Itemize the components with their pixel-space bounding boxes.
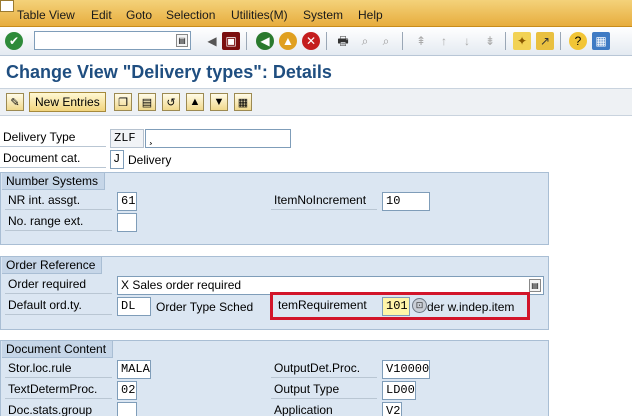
display-change-icon[interactable]: ✎ <box>6 93 24 111</box>
highlight-annotation-box <box>270 292 530 320</box>
next-page-icon[interactable]: ↓ <box>458 32 476 50</box>
enter-icon[interactable]: ✔ <box>5 32 23 50</box>
copy-as-icon[interactable]: ❐ <box>114 93 132 111</box>
standard-toolbar: ✔ ▤ ◀ ▣ ◀ ▲ ✕ 🖶 ⌕ ⌕ ⇞ ↑ ↓ ⇟ ✦ ↗ ? ▦ <box>0 27 632 56</box>
document-cat-label: Document cat. <box>0 150 106 168</box>
no-range-ext-checkbox[interactable] <box>117 213 137 232</box>
command-field[interactable]: ▤ <box>34 31 191 50</box>
shortcut-icon[interactable]: ↗ <box>536 32 554 50</box>
delivery-type-label: Delivery Type <box>0 129 106 147</box>
command-field-dropdown-icon[interactable]: ▤ <box>176 34 188 47</box>
document-cat-field[interactable]: J <box>110 150 124 169</box>
toolbar-separator <box>326 32 327 50</box>
select-all-icon[interactable]: ▦ <box>234 93 252 111</box>
nr-int-assgt-label: NR int. assgt. <box>5 192 112 210</box>
toolbar-separator <box>560 32 561 50</box>
default-ord-ty-field[interactable]: DL <box>117 297 151 316</box>
find-icon[interactable]: ⌕ <box>356 32 374 50</box>
order-required-value: X Sales order required <box>121 278 242 292</box>
text-determ-proc-label: TextDetermProc. <box>5 381 112 399</box>
document-cat-text: Delivery <box>128 153 172 167</box>
sap-window-icon[interactable] <box>0 0 14 12</box>
order-type-sched-label: Order Type Sched <box>156 300 254 314</box>
output-type-label: Output Type <box>271 381 377 399</box>
dropdown-icon[interactable]: ▤ <box>529 279 541 292</box>
doc-stats-group-field[interactable] <box>117 402 137 416</box>
customize-layout-icon[interactable]: ▦ <box>592 32 610 50</box>
application-toolbar: ✎ New Entries ❐ ▤ ↺ ▲ ▼ ▦ <box>0 89 632 116</box>
number-systems-title: Number Systems <box>2 173 106 190</box>
output-det-proc-field[interactable]: V10000 <box>382 360 430 379</box>
stor-loc-rule-field[interactable]: MALA <box>117 360 151 379</box>
output-det-proc-label: OutputDet.Proc. <box>271 360 377 378</box>
previous-page-icon[interactable]: ↑ <box>435 32 453 50</box>
menu-system[interactable]: System <box>303 8 343 22</box>
toolbar-separator <box>505 32 506 50</box>
menu-edit[interactable]: Edit <box>91 8 112 22</box>
order-required-label: Order required <box>5 276 112 294</box>
first-page-icon[interactable]: ⇞ <box>412 32 430 50</box>
menu-selection[interactable]: Selection <box>166 8 215 22</box>
back-icon[interactable]: ◀ <box>256 32 274 50</box>
toolbar-separator <box>246 32 247 50</box>
application-field[interactable]: V2 <box>382 402 402 416</box>
menu-goto[interactable]: Goto <box>126 8 152 22</box>
menu-utilities[interactable]: Utilities(M) <box>231 8 288 22</box>
delivery-type-description-field[interactable]: ¸ <box>145 129 291 148</box>
doc-stats-group-label: Doc.stats.group <box>5 402 112 416</box>
output-type-field[interactable]: LD00 <box>382 381 416 400</box>
toolbar-separator <box>402 32 403 50</box>
undo-change-icon[interactable]: ↺ <box>162 93 180 111</box>
delivery-type-field: ZLF <box>110 129 144 148</box>
menu-help[interactable]: Help <box>358 8 383 22</box>
exit-icon[interactable]: ▲ <box>279 32 297 50</box>
last-page-icon[interactable]: ⇟ <box>481 32 499 50</box>
menu-bar: Table View Edit Goto Selection Utilities… <box>0 0 632 27</box>
create-session-icon[interactable]: ✦ <box>513 32 531 50</box>
help-icon[interactable]: ? <box>569 32 587 50</box>
cancel-icon[interactable]: ✕ <box>302 32 320 50</box>
page-title: Change View "Delivery types": Details <box>6 62 332 82</box>
stor-loc-rule-label: Stor.loc.rule <box>5 360 112 378</box>
application-label: Application <box>271 402 377 416</box>
find-next-icon[interactable]: ⌕ <box>377 32 395 50</box>
next-entry-icon[interactable]: ▼ <box>210 93 228 111</box>
print-icon[interactable]: 🖶 <box>334 32 352 50</box>
default-ord-ty-label: Default ord.ty. <box>5 297 112 315</box>
new-entries-button[interactable]: New Entries <box>29 92 106 112</box>
menu-table-view[interactable]: Table View <box>17 8 75 22</box>
document-content-title: Document Content <box>2 341 114 358</box>
delete-icon[interactable]: ▤ <box>138 93 156 111</box>
text-determ-proc-field[interactable]: 02 <box>117 381 137 400</box>
nr-int-assgt-field[interactable]: 61 <box>117 192 137 211</box>
item-no-increment-field[interactable]: 10 <box>382 192 430 211</box>
previous-entry-icon[interactable]: ▲ <box>186 93 204 111</box>
order-reference-title: Order Reference <box>2 257 103 274</box>
save-icon[interactable]: ▣ <box>222 32 240 50</box>
no-range-ext-label: No. range ext. <box>5 213 112 231</box>
arrow-left-icon[interactable]: ◀ <box>203 32 221 50</box>
item-no-increment-label: ItemNoIncrement <box>271 192 377 210</box>
